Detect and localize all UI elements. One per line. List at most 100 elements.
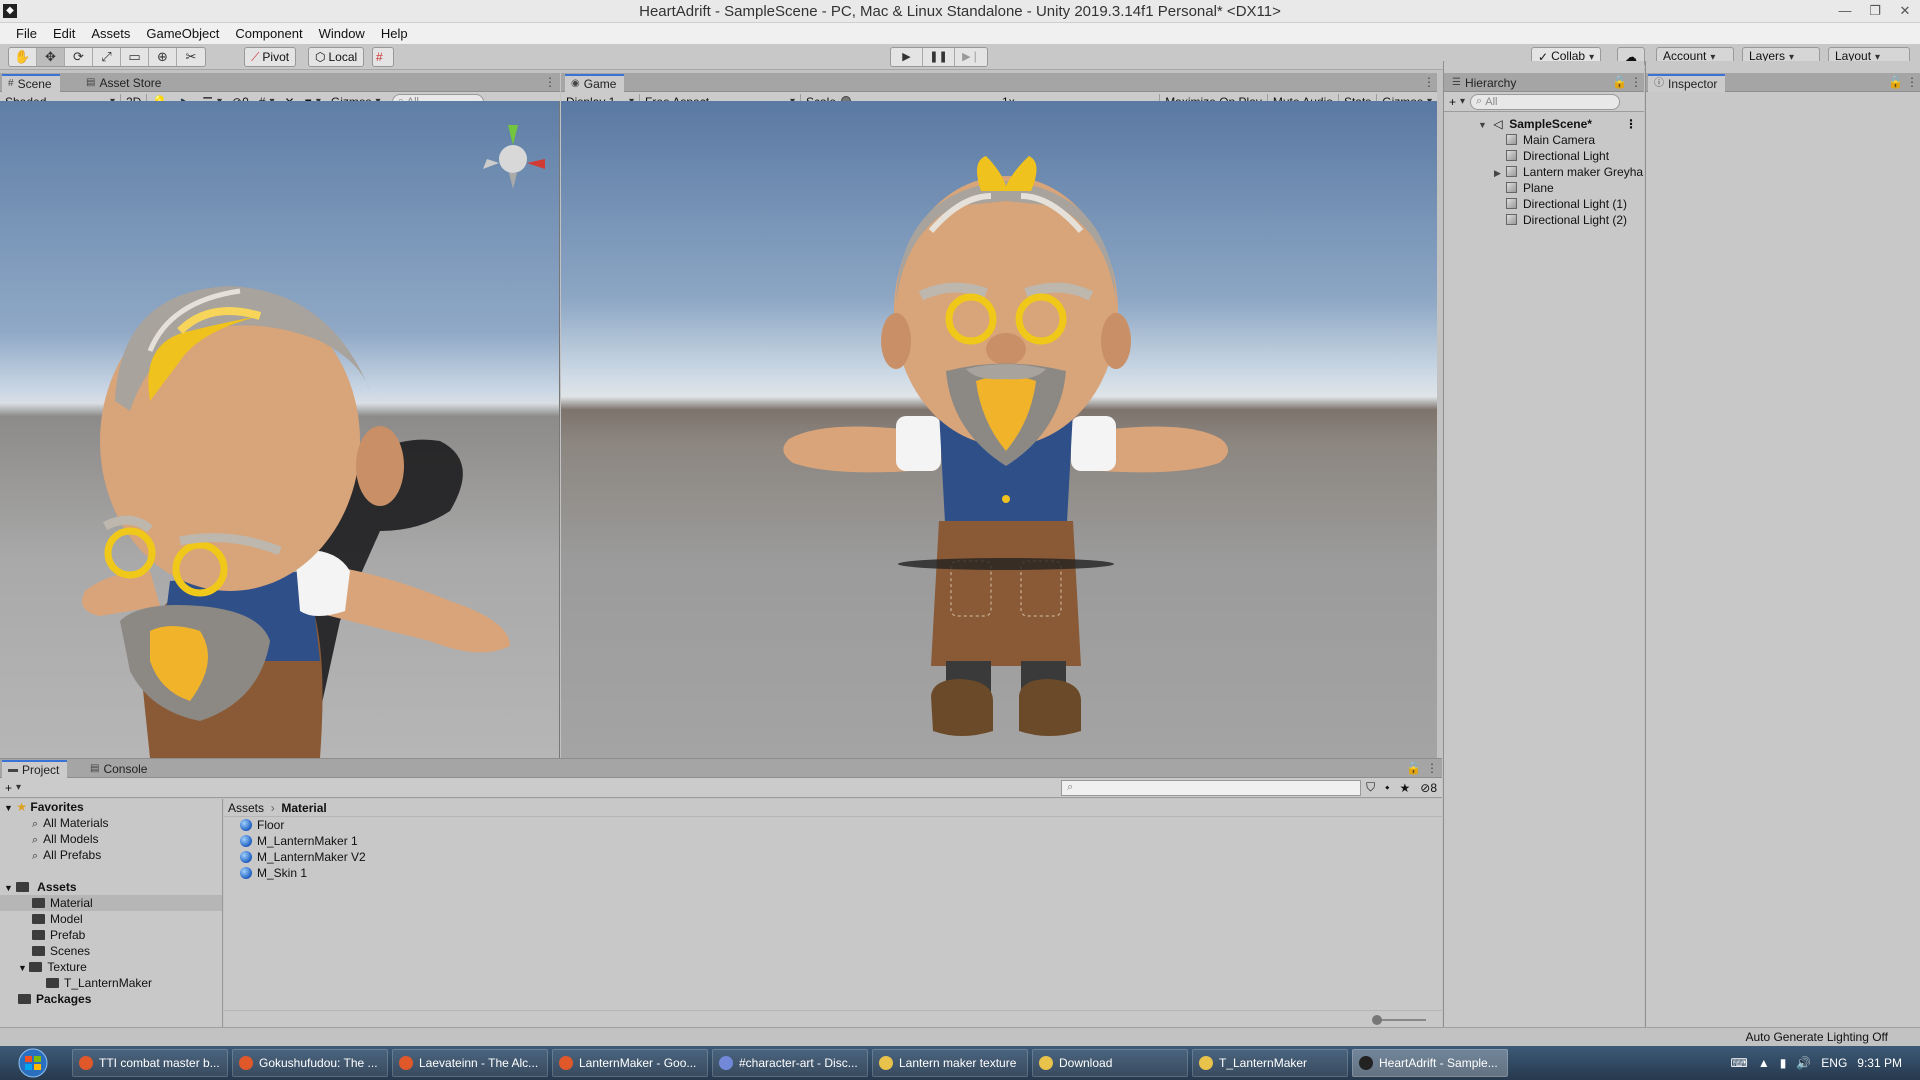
tab-asset-store[interactable]: ▤ Asset Store	[80, 74, 169, 92]
breadcrumb-assets[interactable]: Assets	[228, 801, 264, 815]
language-indicator[interactable]: ENG	[1821, 1056, 1847, 1070]
firefox-icon	[79, 1056, 93, 1070]
tab-scene[interactable]: # Scene	[2, 74, 60, 92]
tray-expand-icon[interactable]: ▲	[1758, 1056, 1770, 1070]
create-dropdown[interactable]: +	[1444, 95, 1470, 109]
minimize-icon[interactable]: —	[1830, 0, 1860, 23]
task-gokushufudou[interactable]: Gokushufudou: The ...	[232, 1049, 388, 1077]
icon-size-slider[interactable]	[1376, 1019, 1426, 1021]
asset-floor[interactable]: Floor	[224, 817, 1442, 833]
hierarchy-menu-icon[interactable]: ⋮	[1630, 75, 1642, 89]
game-menu-icon[interactable]: ⋮	[1423, 75, 1435, 89]
scene-menu-icon[interactable]: ⋮	[1625, 116, 1637, 132]
title-bar: ◆ HeartAdrift - SampleScene - PC, Mac & …	[0, 0, 1920, 23]
scene-root-row[interactable]: ▼ ◁ SampleScene* ⋮	[1444, 116, 1645, 132]
folder-material[interactable]: Material	[0, 895, 222, 911]
expand-arrow-icon[interactable]: ▼	[18, 963, 29, 973]
gameobject-icon	[1506, 150, 1517, 161]
scene-viewport[interactable]	[0, 101, 560, 758]
asset-m-lanternmaker-1[interactable]: M_LanternMaker 1	[224, 833, 1442, 849]
asset-m-lanternmaker-v2[interactable]: M_LanternMaker V2	[224, 849, 1442, 865]
hierarchy-search-input[interactable]: ⌕ All	[1470, 93, 1621, 110]
expand-arrow-icon[interactable]: ▼	[4, 883, 13, 893]
favorite-all-materials[interactable]: ⌕ All Materials	[0, 815, 222, 831]
task-tti-combat[interactable]: TTI combat master b...	[72, 1049, 228, 1077]
create-asset-dropdown[interactable]: +	[0, 781, 26, 795]
favorite-star-icon[interactable]: ★	[1394, 781, 1415, 795]
lock-icon[interactable]: 🔒	[1888, 75, 1903, 89]
clock[interactable]: 9:31 PM	[1857, 1056, 1902, 1070]
tab-asset-store-label: Asset Store	[99, 76, 162, 90]
expand-arrow-icon[interactable]: ▶	[1494, 165, 1506, 180]
scene-menu-icon[interactable]: ⋮	[544, 75, 556, 89]
project-search-input[interactable]: ⌕	[1061, 779, 1362, 796]
tab-project[interactable]: ▬ Project	[2, 760, 68, 778]
folder-model[interactable]: Model	[0, 911, 222, 927]
tab-game[interactable]: ◉ Game	[565, 74, 625, 92]
hierarchy-item-lantern-maker[interactable]: ▶ Lantern maker Greyha	[1444, 164, 1645, 180]
folder-texture[interactable]: ▼ Texture	[0, 959, 222, 975]
expand-arrow-icon[interactable]: ▼	[1478, 117, 1490, 132]
search-by-type-icon[interactable]: ⛉	[1361, 780, 1380, 795]
folder-scenes[interactable]: Scenes	[0, 943, 222, 959]
assets-folder[interactable]: ▼ Assets	[0, 879, 222, 895]
breadcrumb-material[interactable]: Material	[281, 801, 326, 815]
menu-component[interactable]: Component	[227, 26, 310, 41]
tab-hierarchy[interactable]: ☰ Hierarchy	[1446, 74, 1524, 92]
packages-folder[interactable]: Packages	[0, 991, 222, 1007]
folder-prefab[interactable]: Prefab	[0, 927, 222, 943]
menu-help[interactable]: Help	[373, 26, 416, 41]
expand-arrow-icon[interactable]: ▼	[4, 803, 13, 813]
task-unity-heartadrift[interactable]: HeartAdrift - Sample...	[1352, 1049, 1508, 1077]
task-lanternmaker-google[interactable]: LanternMaker - Goo...	[552, 1049, 708, 1077]
task-t-lanternmaker[interactable]: T_LanternMaker	[1192, 1049, 1348, 1077]
folder-t-lanternmaker[interactable]: T_LanternMaker	[0, 975, 222, 991]
task-laevateinn[interactable]: Laevateinn - The Alc...	[392, 1049, 548, 1077]
menu-window[interactable]: Window	[311, 26, 373, 41]
favorites-header[interactable]: ▼ ★ Favorites	[0, 799, 222, 815]
inspector-menu-icon[interactable]: ⋮	[1906, 75, 1918, 89]
tab-console[interactable]: ▤ Console	[84, 760, 155, 778]
favorite-all-models[interactable]: ⌕ All Models	[0, 831, 222, 847]
search-by-label-icon[interactable]: ⬩	[1380, 780, 1394, 795]
favorite-label: All Models	[43, 832, 99, 846]
icon-size-slider-thumb[interactable]	[1372, 1015, 1382, 1025]
lock-icon[interactable]: 🔒	[1612, 75, 1627, 89]
keyboard-icon[interactable]: ⌨	[1731, 1056, 1748, 1070]
favorite-all-prefabs[interactable]: ⌕ All Prefabs	[0, 847, 222, 863]
menu-edit[interactable]: Edit	[45, 26, 83, 41]
hierarchy-item-directional-light-1[interactable]: Directional Light (1)	[1444, 196, 1645, 212]
hierarchy-item-label: Plane	[1523, 181, 1554, 195]
hierarchy-tabbar: ☰ Hierarchy 🔒 ⋮	[1444, 73, 1644, 92]
tab-inspector[interactable]: ⓘ Inspector	[1648, 74, 1726, 92]
game-viewport[interactable]	[561, 101, 1437, 758]
hierarchy-item-main-camera[interactable]: Main Camera	[1444, 132, 1645, 148]
task-discord[interactable]: #character-art - Disc...	[712, 1049, 868, 1077]
asset-label: M_LanternMaker V2	[257, 850, 366, 864]
close-icon[interactable]: ✕	[1890, 0, 1920, 23]
menu-assets[interactable]: Assets	[83, 26, 138, 41]
project-menu-icon[interactable]: ⋮	[1426, 761, 1438, 775]
start-button[interactable]	[4, 1047, 62, 1079]
hierarchy-item-directional-light-2[interactable]: Directional Light (2)	[1444, 212, 1645, 228]
task-lantern-maker-texture[interactable]: Lantern maker texture	[872, 1049, 1028, 1077]
asset-m-skin-1[interactable]: M_Skin 1	[224, 865, 1442, 881]
hidden-packages-toggle[interactable]: ⊘ 8	[1415, 781, 1442, 795]
task-download[interactable]: Download	[1032, 1049, 1188, 1077]
view-orientation-gizmo[interactable]	[483, 125, 545, 189]
menu-gameobject[interactable]: GameObject	[138, 26, 227, 41]
hierarchy-item-directional-light[interactable]: Directional Light	[1444, 148, 1645, 164]
task-label: Gokushufudou: The ...	[259, 1056, 378, 1070]
network-icon[interactable]: ▮	[1780, 1056, 1787, 1070]
lighting-status[interactable]: Auto Generate Lighting Off	[1745, 1030, 1888, 1044]
lock-icon[interactable]: 🔒	[1406, 761, 1421, 775]
unity-scene-icon: ◁	[1493, 117, 1506, 131]
restore-icon[interactable]: ❐	[1860, 0, 1890, 23]
tab-hierarchy-label: Hierarchy	[1464, 76, 1517, 90]
volume-icon[interactable]: 🔊	[1796, 1056, 1811, 1070]
menu-file[interactable]: File	[8, 26, 45, 41]
hierarchy-item-plane[interactable]: Plane	[1444, 180, 1645, 196]
folder-label: Scenes	[50, 944, 91, 958]
folder-label: Texture	[47, 960, 87, 974]
